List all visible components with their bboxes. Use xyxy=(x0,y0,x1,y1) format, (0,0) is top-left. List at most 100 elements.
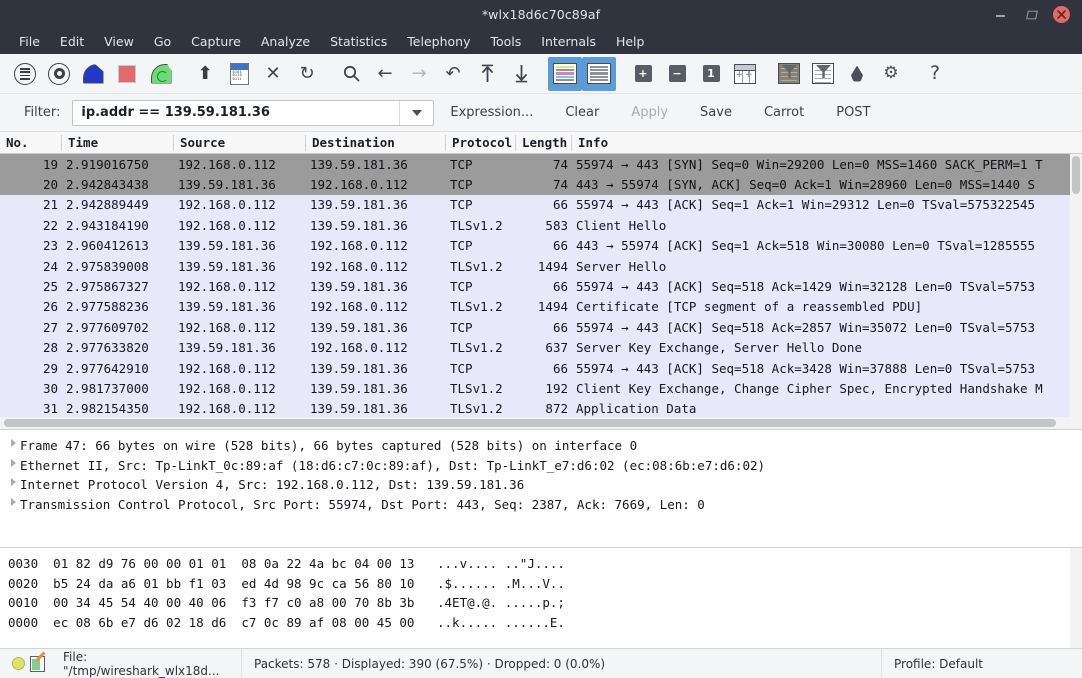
zoom-in-icon[interactable]: + xyxy=(626,57,660,91)
column-header-destination[interactable]: Destination xyxy=(306,135,446,151)
zoom-out-icon[interactable]: − xyxy=(660,57,694,91)
table-row[interactable]: 302.981737000192.168.0.112139.59.181.36T… xyxy=(0,378,1082,398)
cell-time: 2.942843438 xyxy=(62,177,174,192)
go-to-first-icon[interactable] xyxy=(470,57,504,91)
expand-triangle-icon[interactable] xyxy=(6,438,20,447)
packet-list-horizontal-scrollbar[interactable] xyxy=(0,417,1082,429)
packet-bytes-scrollbar[interactable] xyxy=(1070,548,1082,648)
carrot-filter-button[interactable]: Carrot xyxy=(748,105,820,120)
hex-dump-row[interactable]: 0030 01 82 d9 76 00 00 01 01 08 0a 22 4a… xyxy=(8,556,1082,576)
detail-row[interactable]: Frame 47: 66 bytes on wire (528 bits), 6… xyxy=(6,438,1082,458)
column-header-protocol[interactable]: Protocol xyxy=(446,135,516,151)
start-capture-icon[interactable] xyxy=(76,57,110,91)
close-file-icon[interactable]: ✕ xyxy=(256,57,290,91)
menu-statistics[interactable]: Statistics xyxy=(320,31,397,52)
menu-capture[interactable]: Capture xyxy=(181,31,251,52)
table-row[interactable]: 212.942889449192.168.0.112139.59.181.36T… xyxy=(0,195,1082,215)
capture-options-icon[interactable] xyxy=(42,57,76,91)
go-back-icon[interactable]: ← xyxy=(368,57,402,91)
table-row[interactable]: 262.977588236139.59.181.36192.168.0.112T… xyxy=(0,297,1082,317)
apply-button[interactable]: Apply xyxy=(615,105,684,120)
cell-src: 192.168.0.112 xyxy=(174,279,306,294)
status-profile[interactable]: Profile: Default xyxy=(882,649,1082,678)
colorize-icon[interactable] xyxy=(548,57,582,91)
go-to-last-icon[interactable] xyxy=(504,57,538,91)
menu-edit[interactable]: Edit xyxy=(50,31,94,52)
save-button[interactable]: Save xyxy=(684,105,748,120)
maximize-icon[interactable] xyxy=(1023,6,1039,22)
reload-icon[interactable]: ↻ xyxy=(290,57,324,91)
minimize-icon[interactable] xyxy=(993,6,1009,22)
hex-dump-row[interactable]: 0010 00 34 45 54 40 00 40 06 f3 f7 c0 a8… xyxy=(8,595,1082,615)
stop-capture-icon[interactable] xyxy=(110,57,144,91)
packet-list-pane: No. Time Source Destination Protocol Len… xyxy=(0,132,1082,429)
detail-row[interactable]: Ethernet II, Src: Tp-LinkT_0c:89:af (18:… xyxy=(6,458,1082,478)
menu-tools[interactable]: Tools xyxy=(480,31,531,52)
filter-history-dropdown[interactable] xyxy=(399,101,433,125)
table-row[interactable]: 242.975839008139.59.181.36192.168.0.112T… xyxy=(0,256,1082,276)
hex-dump-row[interactable]: 0020 b5 24 da a6 01 bb f1 03 ed 4d 98 9c… xyxy=(8,576,1082,596)
find-packet-icon[interactable] xyxy=(334,57,368,91)
cell-time: 2.977633820 xyxy=(62,340,174,355)
table-row[interactable]: 232.960412613139.59.181.36192.168.0.112T… xyxy=(0,236,1082,256)
expert-info-icon[interactable] xyxy=(30,656,45,672)
hex-ascii-left: ..k..... xyxy=(437,615,497,630)
cell-src: 192.168.0.112 xyxy=(174,320,306,335)
table-row[interactable]: 222.943184190192.168.0.112139.59.181.36T… xyxy=(0,215,1082,235)
cell-src: 139.59.181.36 xyxy=(174,299,306,314)
table-row[interactable]: 282.977633820139.59.181.36192.168.0.112T… xyxy=(0,338,1082,358)
menu-internals[interactable]: Internals xyxy=(531,31,606,52)
scrollbar-thumb[interactable] xyxy=(4,419,1056,427)
restart-capture-icon[interactable] xyxy=(144,57,178,91)
menu-file[interactable]: File xyxy=(9,31,50,52)
resize-columns-icon[interactable]: ++ xyxy=(728,57,762,91)
menu-help[interactable]: Help xyxy=(606,31,655,52)
expand-triangle-icon[interactable] xyxy=(6,497,20,506)
filter-input[interactable] xyxy=(73,105,399,120)
menu-go[interactable]: Go xyxy=(144,31,181,52)
interfaces-icon[interactable] xyxy=(8,57,42,91)
coloring-rules-icon[interactable] xyxy=(840,57,874,91)
go-forward-icon[interactable]: → xyxy=(402,57,436,91)
detail-row[interactable]: Transmission Control Protocol, Src Port:… xyxy=(6,497,1082,517)
cell-proto: TCP xyxy=(446,197,516,212)
capture-filters-icon[interactable] xyxy=(772,57,806,91)
cell-no: 22 xyxy=(0,218,62,233)
cell-proto: TLSv1.2 xyxy=(446,381,516,396)
scrollbar-thumb[interactable] xyxy=(1072,156,1080,194)
table-row[interactable]: 272.977609702192.168.0.112139.59.181.36T… xyxy=(0,317,1082,337)
expand-triangle-icon[interactable] xyxy=(6,477,20,486)
filter-box[interactable] xyxy=(72,100,434,126)
column-header-source[interactable]: Source xyxy=(174,135,306,151)
open-file-icon[interactable]: ⬆ xyxy=(188,57,222,91)
auto-scroll-icon[interactable] xyxy=(582,57,616,91)
expression-button[interactable]: Expression... xyxy=(434,105,549,120)
go-to-packet-icon[interactable]: ↶ xyxy=(436,57,470,91)
detail-row[interactable]: Internet Protocol Version 4, Src: 192.16… xyxy=(6,477,1082,497)
table-row[interactable]: 192.919016750192.168.0.112139.59.181.36T… xyxy=(0,154,1082,174)
display-filters-icon[interactable] xyxy=(806,57,840,91)
expand-triangle-icon[interactable] xyxy=(6,458,20,467)
column-header-time[interactable]: Time xyxy=(62,135,174,151)
help-icon[interactable]: ? xyxy=(918,57,952,91)
menu-view[interactable]: View xyxy=(94,31,144,52)
menu-telephony[interactable]: Telephony xyxy=(397,31,480,52)
menu-analyze[interactable]: Analyze xyxy=(251,31,320,52)
status-file[interactable]: File: "/tmp/wireshark_wlx18d... xyxy=(51,649,241,678)
preferences-icon[interactable]: ⚙ xyxy=(874,57,908,91)
zoom-reset-icon[interactable]: 1 xyxy=(694,57,728,91)
clear-button[interactable]: Clear xyxy=(549,105,615,120)
packet-list-vertical-scrollbar[interactable] xyxy=(1070,154,1082,417)
capture-status-icon[interactable] xyxy=(12,657,25,670)
post-filter-button[interactable]: POST xyxy=(820,105,886,120)
column-header-no[interactable]: No. xyxy=(0,135,62,151)
hex-dump-row[interactable]: 0000 ec 08 6b e7 d6 02 18 d6 c7 0c 89 af… xyxy=(8,615,1082,635)
column-header-info[interactable]: Info xyxy=(572,135,1082,151)
save-file-icon[interactable]: 010101100111 xyxy=(222,57,256,91)
table-row[interactable]: 202.942843438139.59.181.36192.168.0.112T… xyxy=(0,174,1082,194)
close-icon[interactable] xyxy=(1053,6,1070,23)
table-row[interactable]: 252.975867327192.168.0.112139.59.181.36T… xyxy=(0,276,1082,296)
table-row[interactable]: 292.977642910192.168.0.112139.59.181.36T… xyxy=(0,358,1082,378)
column-header-length[interactable]: Length xyxy=(516,135,572,151)
cell-len: 192 xyxy=(516,381,572,396)
